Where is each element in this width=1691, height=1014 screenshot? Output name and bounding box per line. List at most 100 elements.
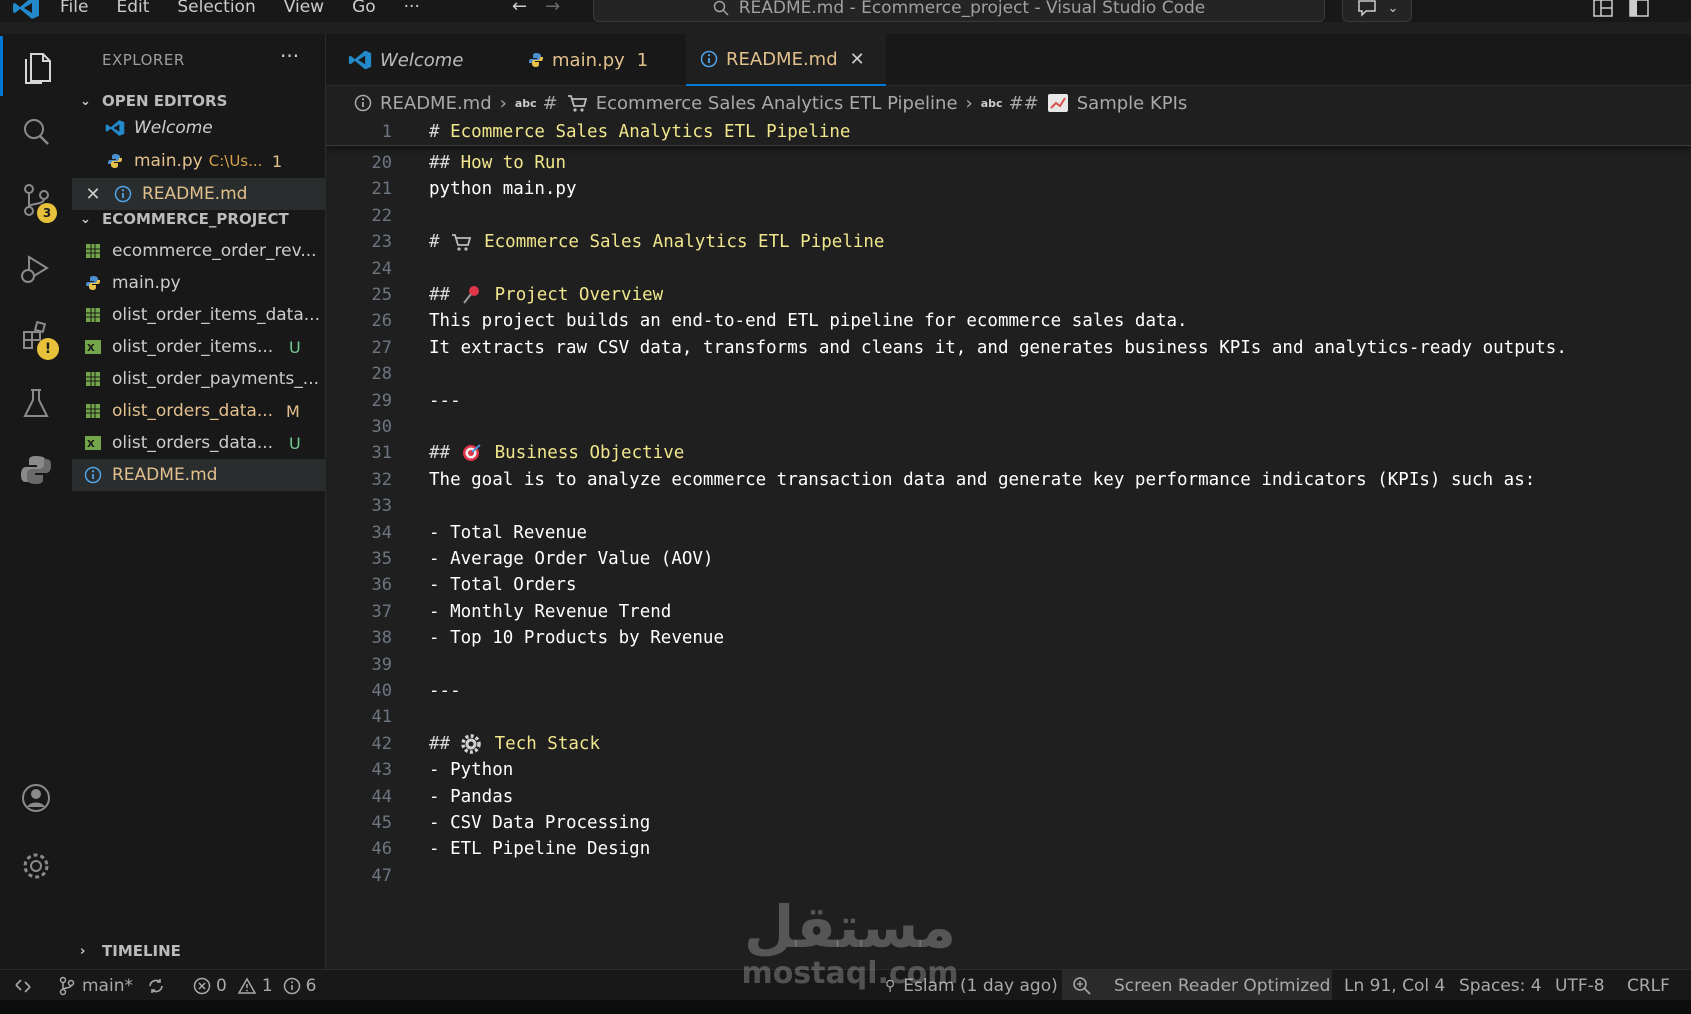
code-line[interactable]: 45 - CSV Data Processing xyxy=(326,809,1691,837)
code-line[interactable]: 39 xyxy=(326,651,1691,679)
accounts-activity[interactable] xyxy=(0,768,72,828)
cursor-position[interactable]: Ln 91, Col 4 xyxy=(1344,970,1445,1001)
search-icon xyxy=(24,119,49,145)
forward-arrow-icon[interactable]: → xyxy=(545,0,560,17)
file-row[interactable]: README.md xyxy=(72,459,326,491)
string-symbol-icon: abc xyxy=(514,96,537,110)
source-control-activity[interactable]: 3 xyxy=(0,170,72,230)
command-center-search[interactable]: README.md - Ecommerce_project - Visual S… xyxy=(593,0,1325,22)
indentation[interactable]: Spaces: 4 xyxy=(1459,970,1542,1001)
vscode-icon xyxy=(104,119,126,137)
manage-activity[interactable] xyxy=(0,836,72,896)
back-arrow-icon[interactable]: ← xyxy=(512,0,527,17)
code-line[interactable]: 42 ## Tech Stack xyxy=(326,730,1691,758)
code-line[interactable]: 28 xyxy=(326,360,1691,388)
line-number: 34 xyxy=(371,522,392,543)
line-number: 30 xyxy=(371,417,392,437)
breadcrumb-heading-2[interactable]: Sample KPIs xyxy=(1077,93,1188,114)
file-row[interactable]: X olist_orders_data... U xyxy=(72,427,326,459)
code-line[interactable]: 23 # Ecommerce Sales Analytics ETL Pipeli… xyxy=(326,228,1691,256)
code-line[interactable]: 43 - Python xyxy=(326,756,1691,784)
timeline-header[interactable]: › TIMELINE xyxy=(80,942,181,960)
python-activity[interactable] xyxy=(0,440,72,500)
explorer-activity[interactable] xyxy=(0,36,72,96)
copilot-button[interactable]: ⌄ xyxy=(1342,0,1412,22)
line-number: 31 xyxy=(371,443,392,464)
code-line[interactable]: 46 - ETL Pipeline Design xyxy=(326,835,1691,863)
toggle-sidebar-icon[interactable] xyxy=(1628,0,1650,18)
plain-text: python main.py xyxy=(429,179,577,200)
search-activity[interactable] xyxy=(0,102,72,162)
code-line[interactable]: 44 - Pandas xyxy=(326,783,1691,811)
breadcrumb-heading-1[interactable]: Ecommerce Sales Analytics ETL Pipeline xyxy=(596,93,958,114)
menu-more[interactable]: ··· xyxy=(404,0,420,17)
line-ending[interactable]: CRLF xyxy=(1627,970,1670,1001)
code-line[interactable]: 21 python main.py xyxy=(326,175,1691,203)
breadcrumb-file[interactable]: README.md xyxy=(380,93,492,114)
tab-main-py[interactable]: main.py 1 xyxy=(514,34,662,86)
code-line[interactable]: 27 It extracts raw CSV data, transforms a… xyxy=(326,334,1691,362)
code-line[interactable]: 20 ## How to Run xyxy=(326,149,1691,177)
open-editors-header[interactable]: ⌄ OPEN EDITORS xyxy=(80,92,227,110)
extensions-activity[interactable]: ! xyxy=(0,306,72,366)
code-line[interactable]: 34 - Total Revenue xyxy=(326,519,1691,547)
tab-welcome[interactable]: Welcome xyxy=(334,34,477,86)
menu-view[interactable]: View xyxy=(284,0,324,17)
testing-activity[interactable] xyxy=(0,374,72,434)
file-row[interactable]: olist_order_payments_... xyxy=(72,363,326,395)
code-line[interactable]: 25 ## Project Overview xyxy=(326,281,1691,309)
open-editor-main-py[interactable]: main.py C:\Us... 1 xyxy=(72,145,326,177)
code-line[interactable]: 38 - Top 10 Products by Revenue xyxy=(326,624,1691,652)
code-line[interactable]: 22 xyxy=(326,202,1691,230)
code-line[interactable]: 32 The goal is to analyze ecommerce trans… xyxy=(326,466,1691,494)
sync-icon[interactable] xyxy=(146,970,166,1001)
file-row[interactable]: ecommerce_order_rev... xyxy=(72,235,326,267)
error-icon xyxy=(193,977,211,994)
remote-indicator[interactable] xyxy=(0,970,46,1001)
layout-customize-icon[interactable] xyxy=(1592,0,1614,18)
code-line[interactable]: 33 xyxy=(326,492,1691,520)
encoding[interactable]: UTF-8 xyxy=(1555,970,1605,1001)
file-row[interactable]: main.py xyxy=(72,267,326,299)
menu-selection[interactable]: Selection xyxy=(177,0,255,17)
chevron-right-icon: › xyxy=(965,92,973,114)
code-line[interactable]: 26 This project builds an end-to-end ETL … xyxy=(326,307,1691,335)
close-icon[interactable]: ✕ xyxy=(82,184,104,205)
python-icon xyxy=(21,456,51,484)
project-folder-header[interactable]: ⌄ ECOMMERCE_PROJECT xyxy=(80,210,289,228)
run-debug-activity[interactable] xyxy=(0,238,72,298)
sticky-scroll-line[interactable]: 1 # Ecommerce Sales Analytics ETL Pipeli… xyxy=(326,118,1691,146)
code-line[interactable]: 30 xyxy=(326,413,1691,441)
problems-indicator[interactable]: 0 1 6 xyxy=(193,970,316,1001)
code-line[interactable]: 31 ## Business Objective xyxy=(326,439,1691,467)
line-number: 29 xyxy=(371,390,392,411)
open-editor-welcome[interactable]: Welcome xyxy=(72,112,326,144)
code-line[interactable]: 47 xyxy=(326,862,1691,890)
code-line[interactable]: 35 - Average Order Value (AOV) xyxy=(326,545,1691,573)
menu-file[interactable]: File xyxy=(60,0,88,17)
warning-icon xyxy=(237,976,257,994)
code-line[interactable]: 36 - Total Orders xyxy=(326,571,1691,599)
branch-indicator[interactable]: main* xyxy=(58,970,133,1001)
code-editor[interactable]: 1 # Ecommerce Sales Analytics ETL Pipeli… xyxy=(326,118,1691,969)
file-row[interactable]: olist_orders_data... M xyxy=(72,395,326,427)
screen-reader-indicator[interactable]: Screen Reader Optimized xyxy=(1062,970,1332,1001)
line-content: --- xyxy=(429,391,461,411)
gear-icon xyxy=(23,853,49,879)
file-row[interactable]: olist_order_items_data... xyxy=(72,299,326,331)
git-branch-icon xyxy=(59,976,75,995)
code-line[interactable]: 24 xyxy=(326,255,1691,283)
close-icon[interactable]: ✕ xyxy=(850,49,865,70)
account-icon xyxy=(22,784,50,812)
code-line[interactable]: 41 xyxy=(326,703,1691,731)
code-line[interactable]: 40 --- xyxy=(326,677,1691,705)
file-row[interactable]: X olist_order_items... U xyxy=(72,331,326,363)
more-actions-icon[interactable]: ··· xyxy=(280,44,299,68)
csv-file-icon xyxy=(82,243,104,259)
code-line[interactable]: 29 --- xyxy=(326,387,1691,415)
open-editor-readme[interactable]: ✕ README.md xyxy=(72,178,326,210)
code-line[interactable]: 37 - Monthly Revenue Trend xyxy=(326,598,1691,626)
tab-readme[interactable]: README.md ✕ xyxy=(686,34,886,86)
menu-edit[interactable]: Edit xyxy=(116,0,149,17)
menu-go[interactable]: Go xyxy=(352,0,376,17)
